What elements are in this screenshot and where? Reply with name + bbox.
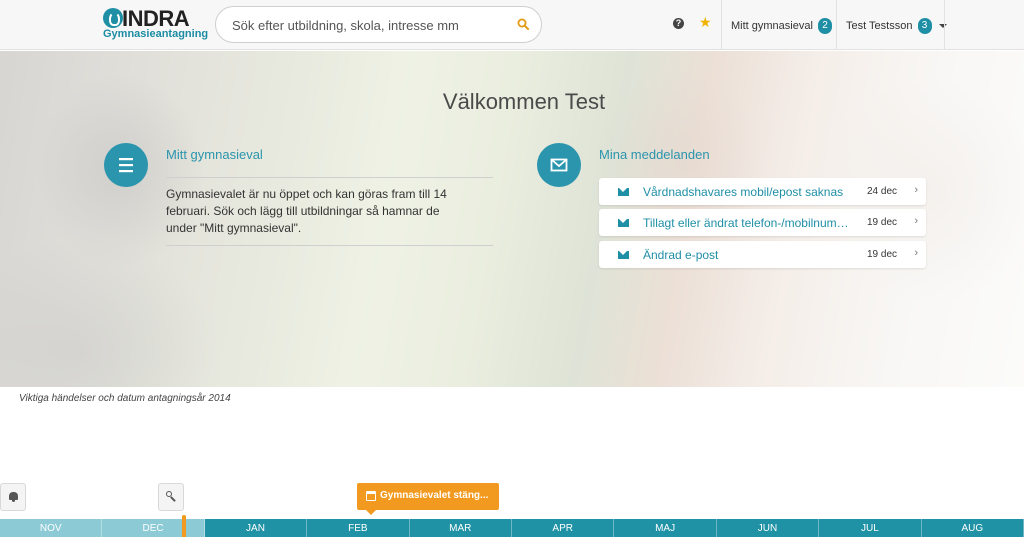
envelope-icon[interactable] — [537, 143, 581, 187]
menu-icon[interactable] — [104, 143, 148, 187]
user-notification-badge: 3 — [917, 18, 932, 34]
messages-title[interactable]: Mina meddelanden — [599, 147, 710, 162]
month-feb[interactable]: FEB — [307, 519, 410, 537]
message-item[interactable]: Vårdnadshavares mobil/epost saknas 24 de… — [599, 178, 926, 205]
divider — [166, 245, 493, 246]
month-dec[interactable]: DEC — [102, 519, 205, 537]
help-icon[interactable]: ? — [673, 18, 684, 29]
message-date: 19 dec — [867, 217, 898, 228]
search-icon[interactable] — [517, 18, 529, 30]
indra-logo[interactable]: INDRA Gymnasieantagning — [103, 6, 208, 42]
my-choice-count-badge: 2 — [817, 18, 832, 34]
month-jun[interactable]: JUN — [716, 519, 820, 537]
message-date: 19 dec — [867, 249, 898, 260]
my-choice-info: Gymnasievalet är nu öppet och kan göras … — [166, 187, 447, 235]
logo-mark-icon — [103, 8, 123, 28]
chevron-right-icon: › — [914, 247, 918, 259]
user-menu[interactable]: Test Testsson 3 — [846, 18, 947, 34]
message-subject: Tillagt eller ändrat telefon-/mobilnumme… — [643, 216, 855, 230]
envelope-icon — [618, 219, 629, 227]
calendar-icon — [366, 491, 376, 501]
month-jan[interactable]: JAN — [204, 519, 308, 537]
envelope-icon — [618, 188, 629, 196]
search-placeholder: Sök efter utbildning, skola, intresse mm — [232, 18, 459, 33]
month-nov[interactable]: NOV — [0, 519, 103, 537]
message-subject: Vårdnadshavares mobil/epost saknas — [643, 185, 844, 199]
nav-divider — [836, 0, 837, 50]
message-item[interactable]: Tillagt eller ändrat telefon-/mobilnumme… — [599, 209, 926, 236]
message-date: 24 dec — [867, 186, 898, 197]
envelope-icon — [618, 251, 629, 259]
my-choice-label: Mitt gymnasieval — [731, 19, 813, 32]
nav-divider — [721, 0, 722, 50]
divider — [166, 177, 493, 178]
logo-subtitle: Gymnasieantagning — [103, 28, 209, 40]
key-button[interactable] — [158, 483, 184, 511]
event-marker-label: Gymnasievalet stäng... — [380, 490, 489, 501]
events-label: Viktiga händelser och datum antagningsår… — [19, 393, 231, 404]
hero-banner: Välkommen Test Mitt gymnasieval Gymnasie… — [0, 51, 1024, 387]
bell-icon — [9, 492, 18, 502]
month-aug[interactable]: AUG — [921, 519, 1024, 537]
message-item[interactable]: Ändrad e-post 19 dec › — [599, 241, 926, 268]
user-name: Test Testsson — [846, 19, 913, 32]
my-choice-title[interactable]: Mitt gymnasieval — [166, 147, 263, 162]
event-marker-choice-closes[interactable]: Gymnasievalet stäng... — [357, 483, 499, 515]
search-input[interactable]: Sök efter utbildning, skola, intresse mm — [215, 6, 542, 43]
today-indicator — [182, 515, 186, 537]
message-subject: Ändrad e-post — [643, 248, 719, 262]
month-maj[interactable]: MAJ — [614, 519, 717, 537]
key-icon — [166, 491, 172, 497]
caret-down-icon — [938, 24, 947, 28]
nav-divider — [944, 0, 945, 50]
star-icon[interactable]: ★ — [699, 14, 712, 31]
month-mar[interactable]: MAR — [409, 519, 512, 537]
month-timeline: NOV DEC JAN FEB MAR APR MAJ JUN JUL AUG — [0, 519, 1024, 537]
notifications-button[interactable] — [0, 483, 26, 511]
chevron-right-icon: › — [914, 184, 918, 196]
month-apr[interactable]: APR — [512, 519, 615, 537]
welcome-heading: Välkommen Test — [442, 89, 606, 114]
month-jul[interactable]: JUL — [819, 519, 922, 537]
top-header: INDRA Gymnasieantagning Sök efter utbild… — [0, 0, 1024, 50]
my-choice-link[interactable]: Mitt gymnasieval 2 — [731, 18, 832, 34]
chevron-right-icon: › — [914, 215, 918, 227]
